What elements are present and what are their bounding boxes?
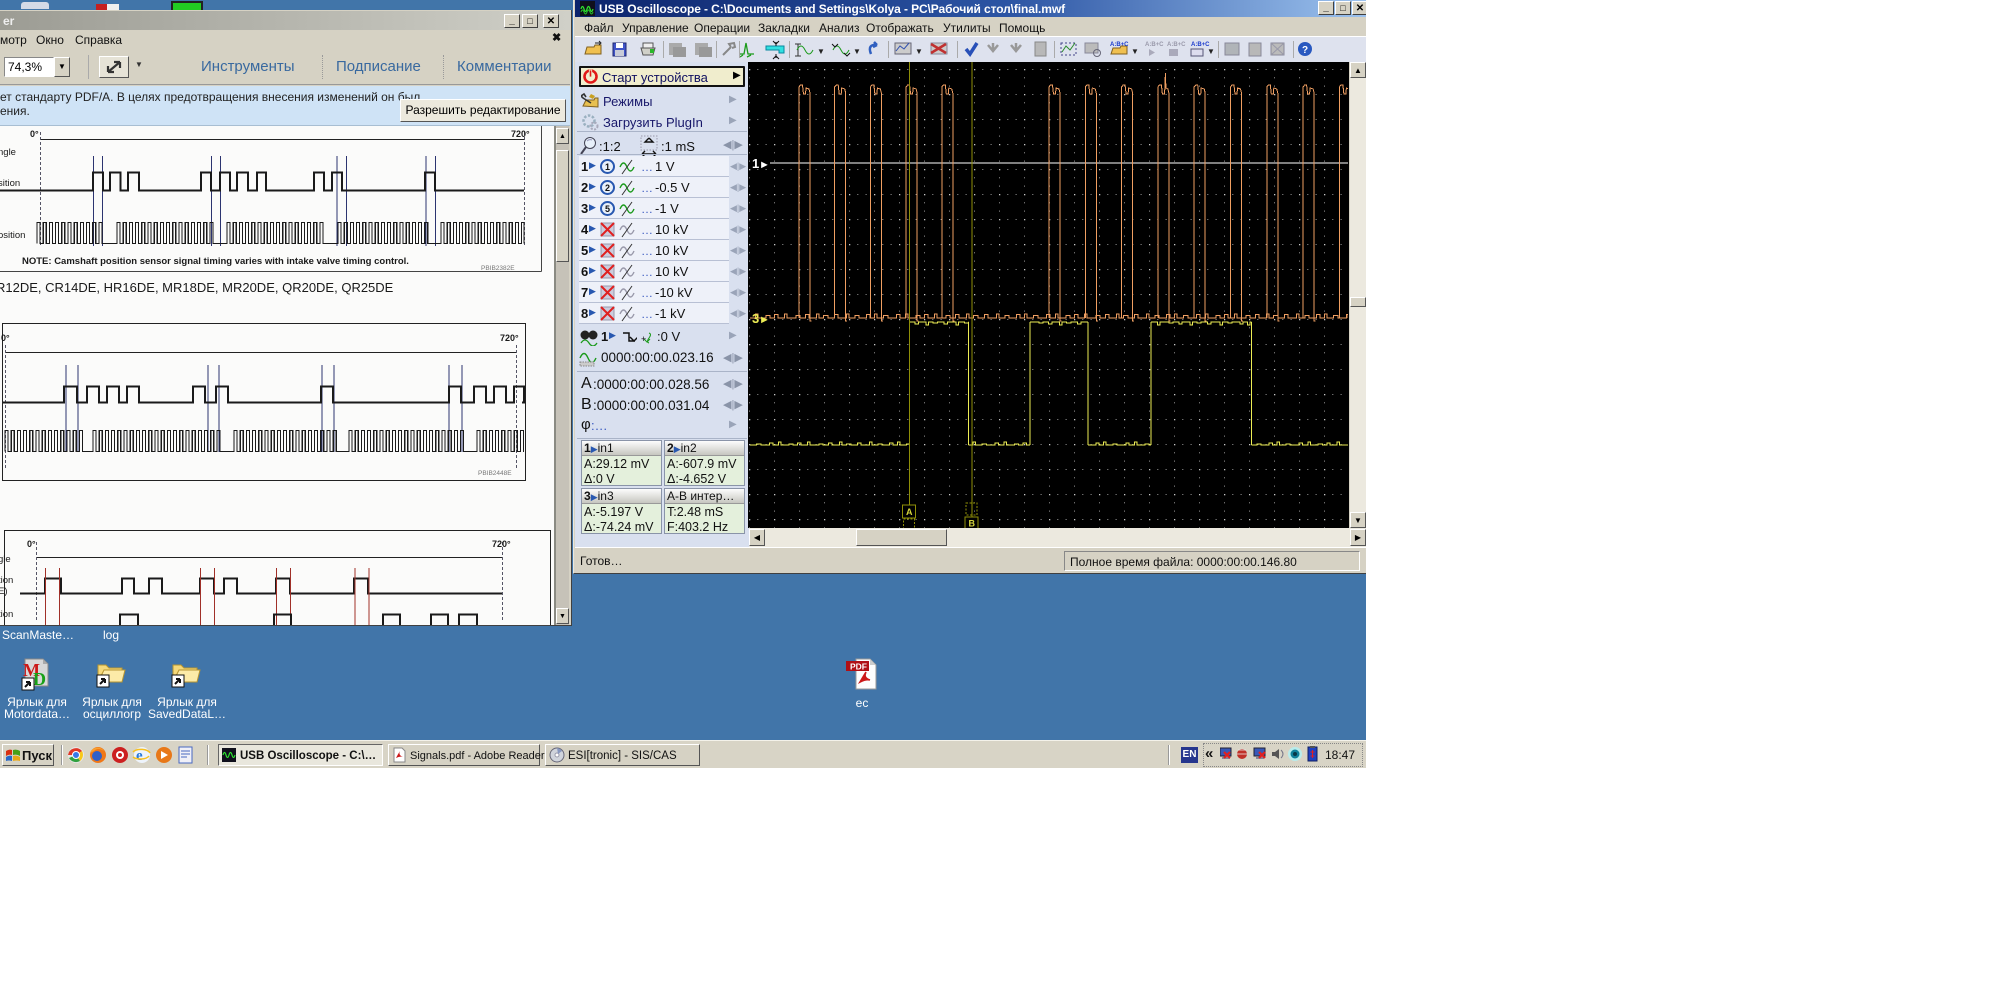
- svg-text:osition: osition: [0, 230, 25, 241]
- svg-text:B: B: [969, 519, 976, 529]
- svg-text:PBIB2448E: PBIB2448E: [478, 470, 512, 477]
- svg-text:?: ?: [1302, 45, 1308, 56]
- svg-text:sition: sition: [0, 178, 20, 189]
- svg-text:720°: 720°: [492, 539, 511, 549]
- svg-text:1: 1: [605, 162, 610, 172]
- svg-text:tion: tion: [0, 575, 13, 586]
- svg-text:▼: ▼: [915, 47, 923, 56]
- svg-text:►: ►: [759, 159, 770, 171]
- svg-text:720°: 720°: [500, 333, 519, 343]
- svg-text:A:B+C: A:B+C: [1110, 42, 1129, 48]
- svg-text:A:B+C: A:B+C: [1167, 42, 1186, 48]
- svg-text:0°: 0°: [27, 539, 36, 549]
- svg-text:0°: 0°: [1, 333, 10, 343]
- svg-text:▼: ▼: [853, 47, 861, 56]
- svg-text:▼: ▼: [1207, 47, 1215, 56]
- svg-text:tion: tion: [0, 609, 13, 620]
- svg-text:R12DE, CR14DE, HR16DE, MR18DE,: R12DE, CR14DE, HR16DE, MR18DE, MR20DE, Q…: [0, 280, 394, 295]
- svg-text:PDF: PDF: [850, 662, 867, 672]
- svg-text:720°: 720°: [511, 129, 530, 139]
- svg-text:E): E): [0, 586, 8, 597]
- svg-text:+: +: [641, 334, 646, 344]
- svg-text:PBIB2382E: PBIB2382E: [481, 265, 515, 272]
- svg-text:▼: ▼: [817, 47, 825, 56]
- svg-text:ngle: ngle: [0, 147, 16, 158]
- svg-text:2: 2: [605, 183, 610, 193]
- svg-text:NOTE: Camshaft position sensor: NOTE: Camshaft position sensor signal ti…: [22, 256, 409, 267]
- svg-text:gle: gle: [0, 554, 11, 565]
- svg-text:D: D: [33, 669, 46, 689]
- svg-text:►: ►: [759, 314, 770, 326]
- svg-text:A: A: [906, 507, 913, 517]
- svg-text:5: 5: [605, 204, 610, 214]
- svg-text:▼: ▼: [1131, 47, 1139, 56]
- svg-text:0°: 0°: [30, 129, 39, 139]
- svg-text:A:B+C: A:B+C: [1145, 42, 1164, 48]
